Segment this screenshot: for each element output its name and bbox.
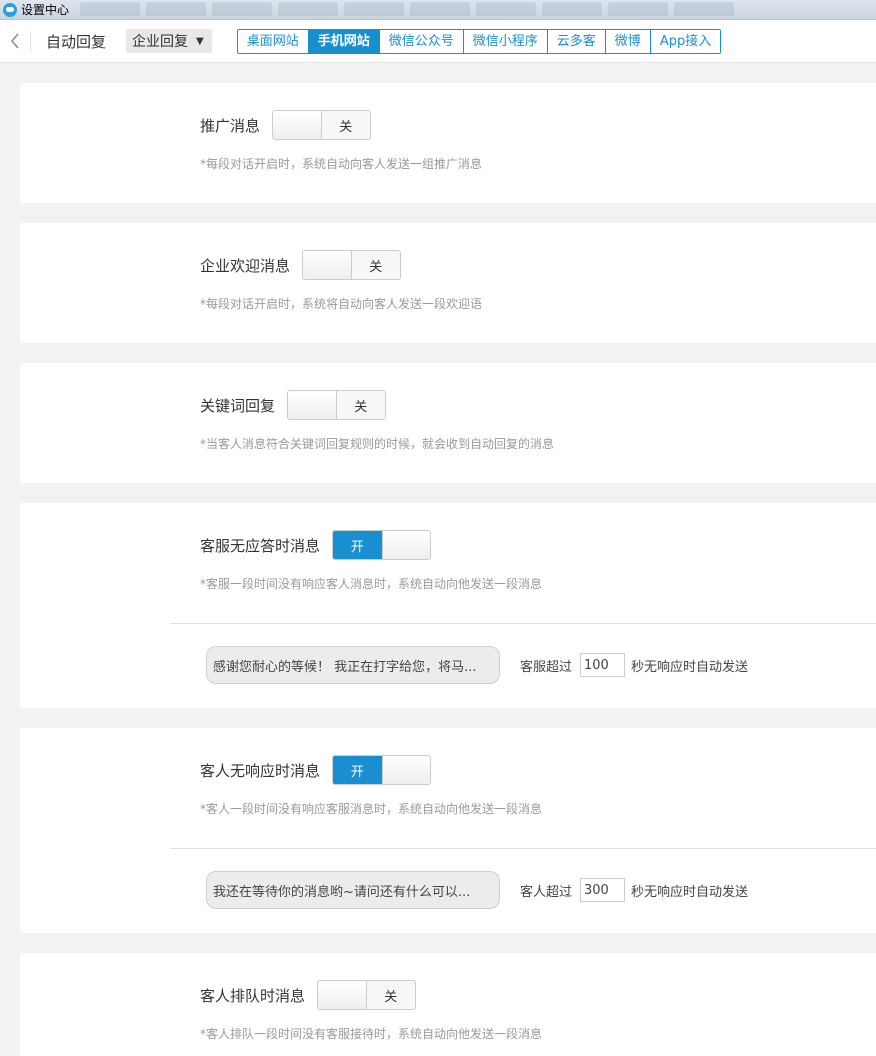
timeout-prefix: 客服超过 xyxy=(520,659,573,675)
tab-yunduoke[interactable]: 云多客 xyxy=(546,29,605,53)
taskbar-background xyxy=(80,2,876,18)
setting-label: 客人排队时消息 xyxy=(200,986,306,1005)
setting-card-agent-timeout: 客服无应答时消息 开 *客服一段时间没有响应客人消息时，系统自动向他发送一段消息… xyxy=(20,503,876,708)
toggle-off-label: 关 xyxy=(366,981,416,1009)
setting-row: 客服无应答时消息 开 xyxy=(200,530,432,560)
toggle-on-label: 开 xyxy=(333,531,382,559)
tab-app[interactable]: App接入 xyxy=(649,29,721,53)
toggle-off-label: 关 xyxy=(351,251,401,279)
setting-description: *每段对话开启时，系统自动向客人发送一组推广消息 xyxy=(200,157,483,171)
timeout-setting: 客服超过 秒无响应时自动发送 xyxy=(520,653,748,677)
setting-label: 推广消息 xyxy=(200,116,261,135)
page-title: 自动回复 xyxy=(46,32,107,51)
chevron-left-icon xyxy=(11,33,19,49)
setting-row: 推广消息 关 xyxy=(200,110,372,140)
auto-message-bubble[interactable]: 我还在等待你的消息哟~请问还有什么可以... xyxy=(206,871,500,909)
setting-card-visitor-timeout: 客人无响应时消息 开 *客人一段时间没有响应客服消息时，系统自动向他发送一段消息… xyxy=(20,728,876,933)
timeout-seconds-input[interactable] xyxy=(580,653,626,677)
setting-card-keyword: 关键词回复 关 *当客人消息符合关键词回复规则的时候，就会收到自动回复的消息 xyxy=(20,363,876,483)
timeout-prefix: 客人超过 xyxy=(520,884,573,900)
toggle-off-label: 关 xyxy=(321,111,371,139)
tab-wechat-official[interactable]: 微信公众号 xyxy=(378,29,463,53)
reply-type-select[interactable]: 企业回复 ▼ xyxy=(126,29,212,53)
setting-description: *客人排队一段时间没有客服接待时，系统自动向他发送一段消息 xyxy=(200,1027,543,1041)
promo-toggle[interactable]: 关 xyxy=(272,110,372,140)
setting-card-promo: 推广消息 关 *每段对话开启时，系统自动向客人发送一组推广消息 xyxy=(20,83,876,203)
setting-card-queue: 客人排队时消息 关 *客人排队一段时间没有客服接待时，系统自动向他发送一段消息 xyxy=(20,953,876,1056)
caret-down-icon: ▼ xyxy=(196,35,204,47)
visitor-timeout-toggle[interactable]: 开 xyxy=(332,755,432,785)
setting-description: *当客人消息符合关键词回复规则的时候，就会收到自动回复的消息 xyxy=(200,437,555,451)
tab-mobile-site[interactable]: 手机网站 xyxy=(307,29,379,53)
setting-description: *每段对话开启时，系统将自动向客人发送一段欢迎语 xyxy=(200,297,483,311)
window-title: 设置中心 xyxy=(21,3,70,17)
timeout-setting: 客人超过 秒无响应时自动发送 xyxy=(520,878,748,902)
welcome-toggle[interactable]: 关 xyxy=(302,250,402,280)
tab-desktop-site[interactable]: 桌面网站 xyxy=(237,29,308,53)
toggle-on-label: 开 xyxy=(333,756,382,784)
setting-description: *客人一段时间没有响应客服消息时，系统自动向他发送一段消息 xyxy=(200,802,543,816)
reply-type-value: 企业回复 xyxy=(132,34,189,50)
agent-timeout-toggle[interactable]: 开 xyxy=(332,530,432,560)
channel-tabs: 桌面网站 手机网站 微信公众号 微信小程序 云多客 微博 App接入 xyxy=(236,28,722,54)
setting-label: 客人无响应时消息 xyxy=(200,761,321,780)
setting-label: 关键词回复 xyxy=(200,396,276,415)
timeout-suffix: 秒无响应时自动发送 xyxy=(631,884,749,900)
setting-description: *客服一段时间没有响应客人消息时，系统自动向他发送一段消息 xyxy=(200,577,543,591)
toolbar: 自动回复 企业回复 ▼ 桌面网站 手机网站 微信公众号 微信小程序 云多客 微博… xyxy=(0,20,876,63)
toggle-off-label: 关 xyxy=(336,391,386,419)
back-button[interactable] xyxy=(0,20,30,63)
timeout-suffix: 秒无响应时自动发送 xyxy=(631,659,749,675)
auto-message-bubble[interactable]: 感谢您耐心的等候！ 我正在打字给您，将马... xyxy=(206,646,500,684)
timeout-seconds-input[interactable] xyxy=(580,878,626,902)
divider xyxy=(170,623,876,624)
setting-row: 客人排队时消息 关 xyxy=(200,980,417,1010)
toolbar-divider xyxy=(30,31,31,51)
divider xyxy=(170,848,876,849)
queue-toggle[interactable]: 关 xyxy=(317,980,417,1010)
window-titlebar: 设置中心 xyxy=(0,0,876,20)
setting-card-welcome: 企业欢迎消息 关 *每段对话开启时，系统将自动向客人发送一段欢迎语 xyxy=(20,223,876,343)
keyword-toggle[interactable]: 关 xyxy=(287,390,387,420)
setting-row: 关键词回复 关 xyxy=(200,390,387,420)
setting-label: 客服无应答时消息 xyxy=(200,536,321,555)
tab-wechat-miniprogram[interactable]: 微信小程序 xyxy=(462,29,547,53)
setting-row: 客人无响应时消息 开 xyxy=(200,755,432,785)
app-icon xyxy=(3,2,17,17)
tab-weibo[interactable]: 微博 xyxy=(604,29,650,53)
setting-row: 企业欢迎消息 关 xyxy=(200,250,402,280)
setting-label: 企业欢迎消息 xyxy=(200,256,291,275)
